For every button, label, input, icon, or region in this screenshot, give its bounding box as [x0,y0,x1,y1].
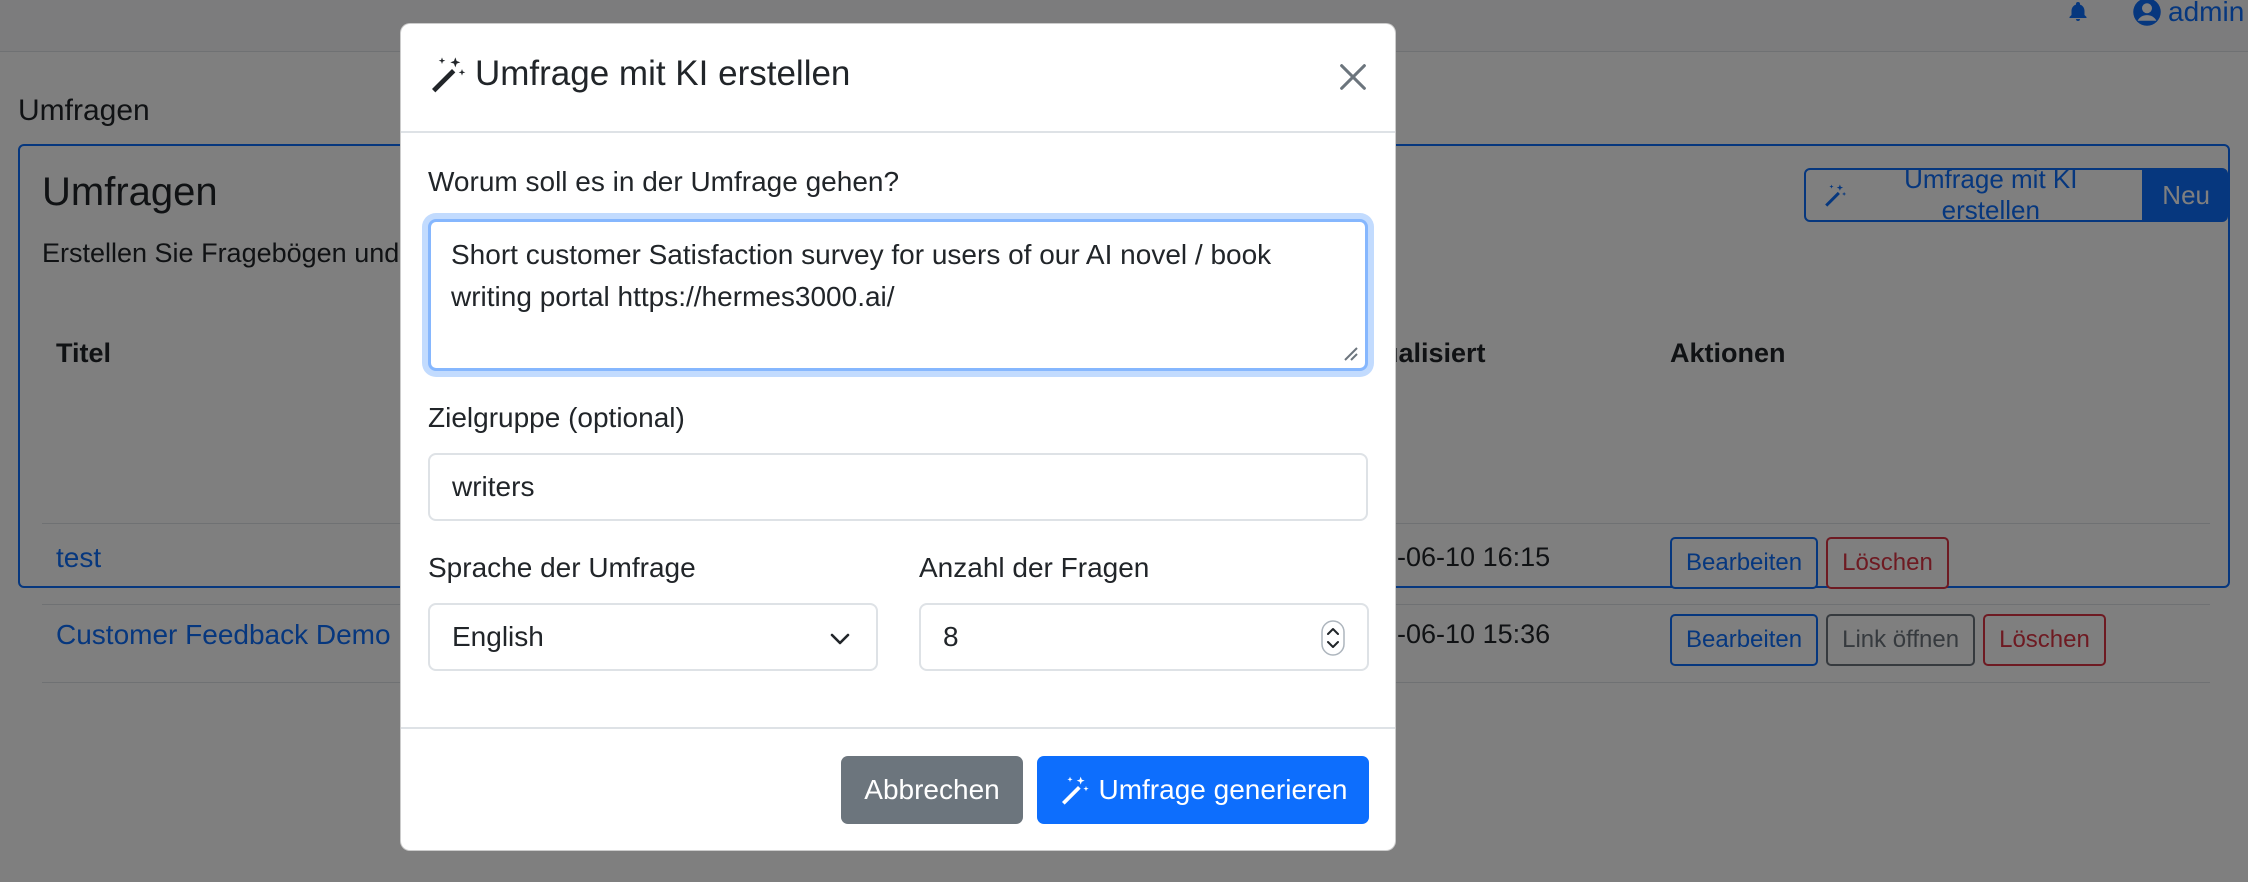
generate-survey-button[interactable]: Umfrage generieren [1037,756,1369,824]
language-select[interactable]: English [428,603,878,671]
create-survey-ai-modal: Umfrage mit KI erstellen Worum soll es i… [400,23,1396,851]
modal-title-text: Umfrage mit KI erstellen [475,54,851,93]
question-count-value: 8 [943,621,959,652]
cancel-button[interactable]: Abbrechen [841,756,1023,824]
magic-wand-icon [1062,776,1090,805]
modal-footer: Abbrechen Umfrage generieren [401,727,1395,850]
question-count-label: Anzahl der Fragen [919,552,1150,583]
chevron-down-icon [830,633,850,645]
topic-textarea[interactable]: Short customer Satisfaction survey for u… [428,219,1368,371]
magic-wand-icon [432,57,466,93]
topic-label: Worum soll es in der Umfrage gehen? [428,166,900,197]
close-button[interactable] [1333,58,1373,98]
question-count-input[interactable]: 8 [919,603,1369,671]
generate-survey-label: Umfrage generieren [1098,774,1348,805]
resize-grip-icon[interactable] [1339,342,1359,362]
modal-title: Umfrage mit KI erstellen [427,54,850,94]
stepper-arrows-icon[interactable] [1321,620,1345,656]
audience-input[interactable] [428,453,1368,521]
modal-header: Umfrage mit KI erstellen [401,24,1395,133]
audience-label: Zielgruppe (optional) [428,402,685,433]
language-label: Sprache der Umfrage [428,552,696,583]
close-icon [1340,63,1366,90]
language-selected-value: English [452,621,544,652]
